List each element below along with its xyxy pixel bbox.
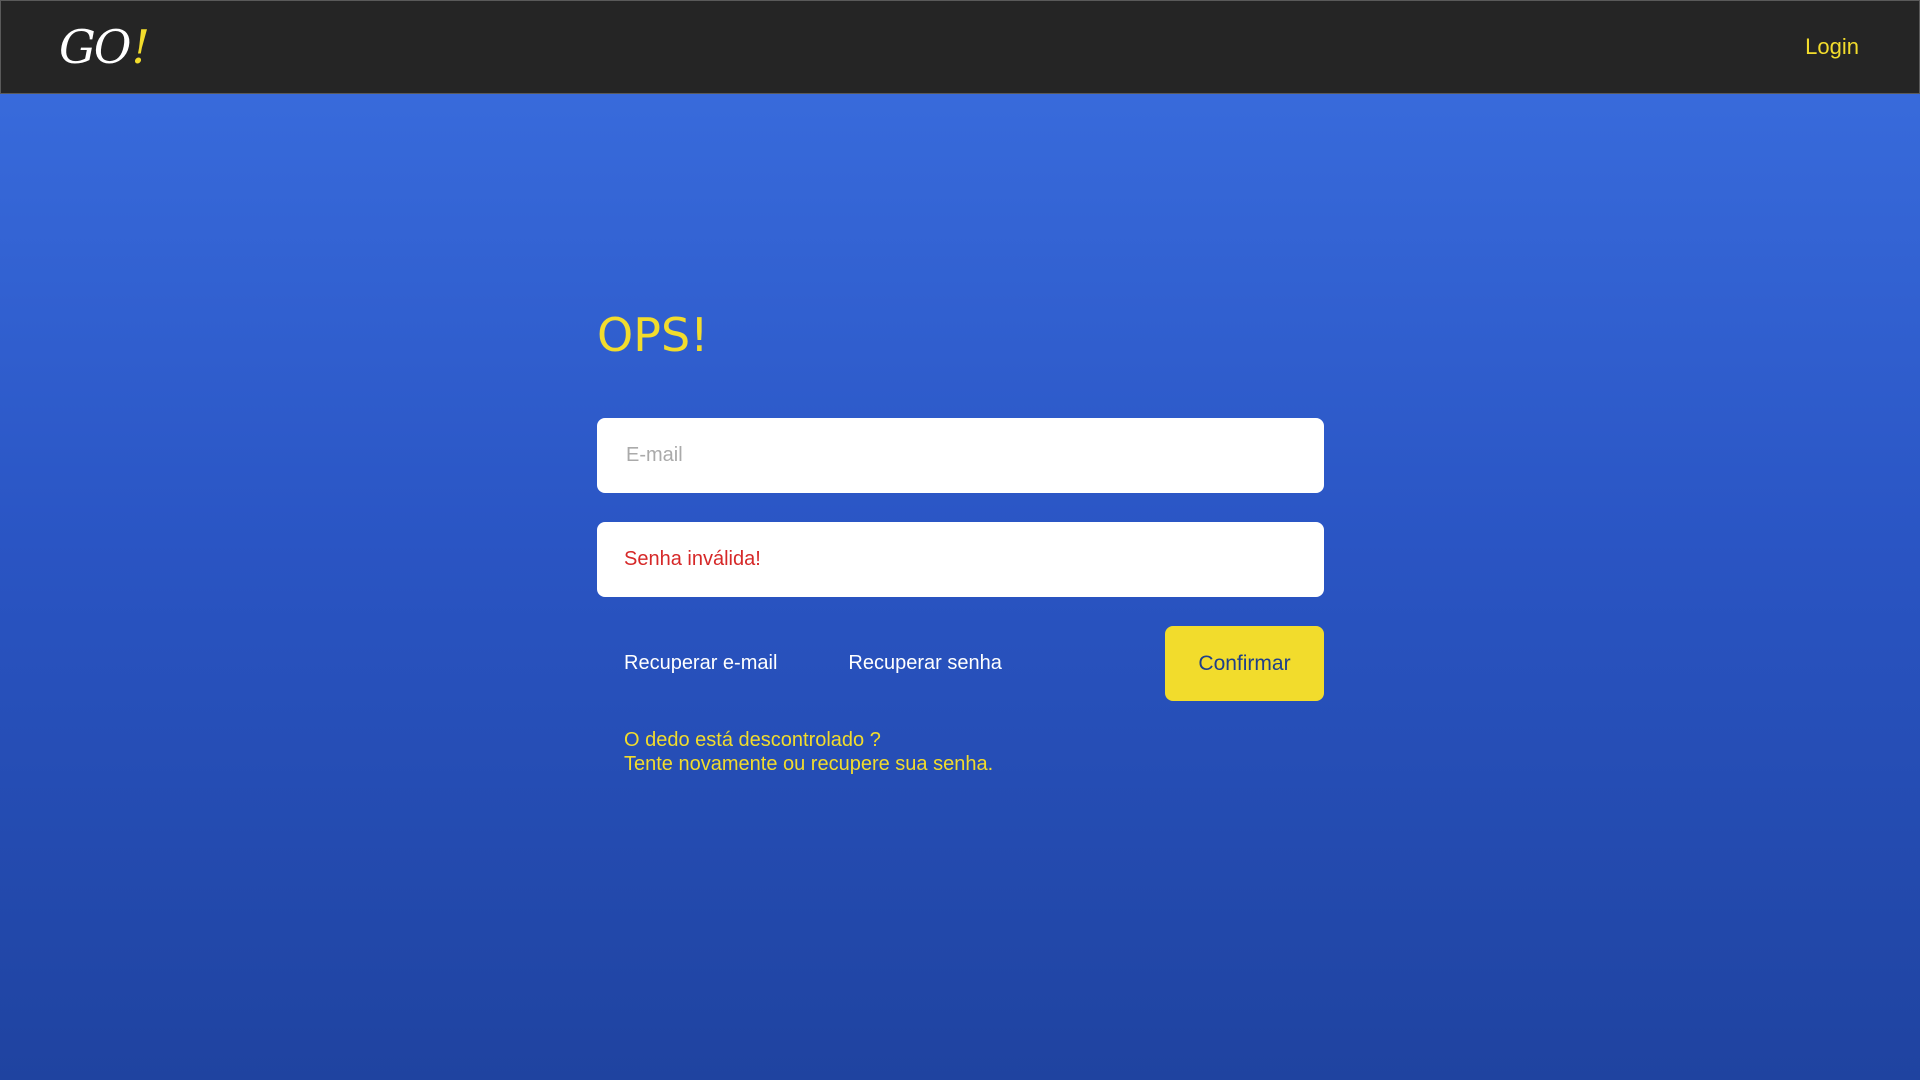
password-field-container[interactable]: Senha inválida! xyxy=(597,522,1324,597)
hint-line-2: Tente novamente ou recupere sua senha. xyxy=(624,753,994,775)
hint-message: O dedo está descontrolado ? Tente novame… xyxy=(624,728,1324,776)
logo-text: GO xyxy=(59,20,131,74)
top-nav-bar: GO! Login xyxy=(0,0,1920,94)
email-field-container xyxy=(597,418,1324,493)
email-input[interactable] xyxy=(624,443,1297,468)
go-logo[interactable]: GO! xyxy=(59,19,150,75)
logo-accent: ! xyxy=(131,20,149,74)
actions-row: Recuperar e-mail Recuperar senha Confirm… xyxy=(597,626,1324,701)
login-error-panel: OPS! Senha inválida! Recuperar e-mail Re… xyxy=(597,290,1324,776)
recover-email-link[interactable]: Recuperar e-mail xyxy=(624,652,777,675)
page-title: OPS! xyxy=(597,308,709,362)
confirm-button[interactable]: Confirmar xyxy=(1165,626,1324,701)
recover-password-link[interactable]: Recuperar senha xyxy=(848,652,1001,675)
hint-line-1: O dedo está descontrolado ? xyxy=(624,729,881,751)
password-error-message: Senha inválida! xyxy=(624,548,761,570)
login-link[interactable]: Login xyxy=(1805,1,1859,93)
